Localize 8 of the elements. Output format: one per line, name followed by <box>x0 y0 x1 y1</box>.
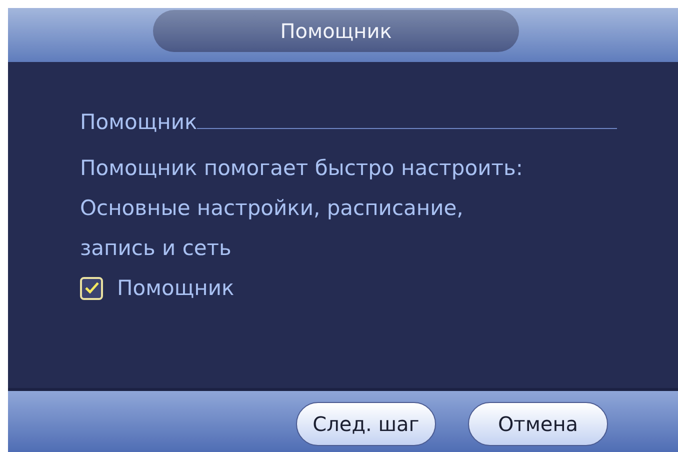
description-text: Помощник помогает быстро настроить: Основные настройки, расписание, запись и сеть <box>80 155 524 262</box>
checkbox-label: Помощник <box>117 276 234 300</box>
cancel-button[interactable]: Отмена <box>468 402 608 446</box>
section-label: Помощник <box>80 110 198 134</box>
checkbox[interactable] <box>80 276 103 300</box>
window-title: Помощник <box>153 10 519 52</box>
next-button[interactable]: След. шаг <box>296 402 436 446</box>
checkmark-icon <box>84 282 98 294</box>
